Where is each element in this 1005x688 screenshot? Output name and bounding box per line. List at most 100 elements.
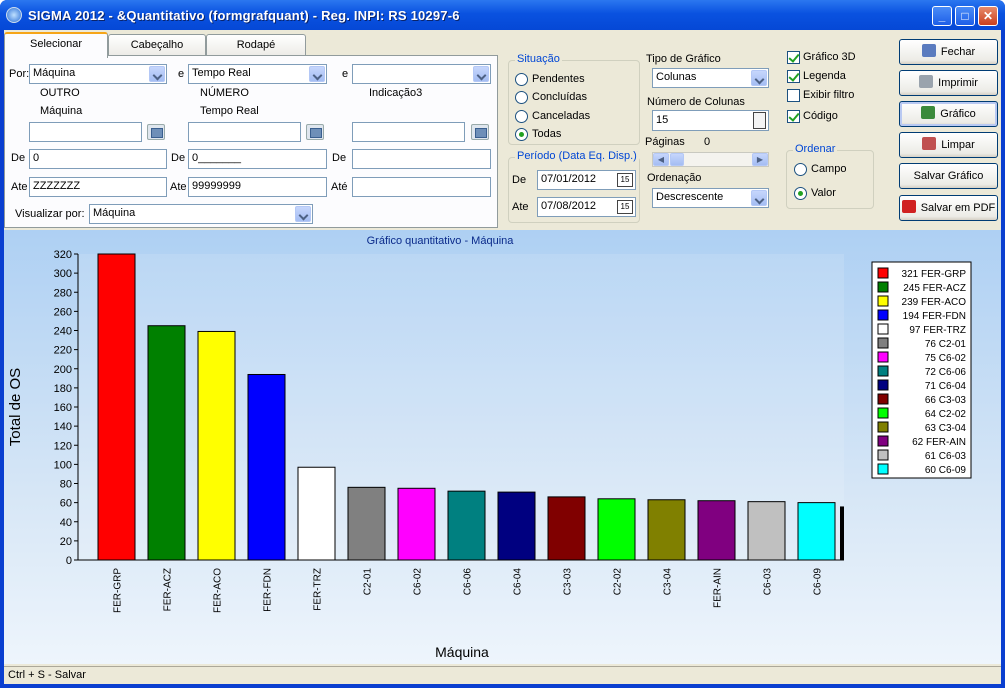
bar-c6-09: [797, 502, 836, 561]
x-tick-label: C6-03: [763, 568, 774, 596]
paginas-scrollbar[interactable]: ◀ ▶: [652, 152, 769, 167]
legend-swatch: [877, 463, 889, 475]
salvar-pdf-button[interactable]: Salvar em PDF: [899, 195, 998, 221]
bar-c3-04: [647, 499, 686, 561]
tab-selecionar[interactable]: Selecionar: [4, 32, 108, 58]
de-label-1: De: [11, 152, 26, 164]
lookup-icon[interactable]: [147, 124, 165, 140]
grafico-3d-label: Gráfico 3D: [803, 51, 856, 63]
x-tick-label: C3-03: [563, 568, 574, 596]
situacao-group: Situação Pendentes Concluídas Canceladas…: [508, 53, 640, 145]
visualizar-select[interactable]: Máquina: [89, 204, 313, 224]
calendar-icon[interactable]: 15: [617, 200, 633, 214]
legend-swatch: [877, 337, 889, 349]
y-tick-label: 140: [54, 421, 72, 433]
paginas-value: 0: [704, 136, 711, 148]
scroll-left-icon[interactable]: ◀: [653, 153, 669, 166]
paginas-label: Páginas: [645, 136, 685, 148]
periodo-group: Período (Data Eq. Disp.) De 07/01/2012 15…: [508, 150, 640, 223]
radio-valor[interactable]: [794, 187, 807, 200]
por-select-3[interactable]: [352, 64, 491, 84]
radio-todas[interactable]: [515, 128, 528, 141]
calendar-icon[interactable]: 15: [617, 173, 633, 187]
minimize-button[interactable]: _: [932, 6, 952, 26]
tab-rodape[interactable]: Rodapé: [206, 34, 306, 56]
imprimir-button[interactable]: Imprimir: [899, 70, 998, 96]
x-tick-label: C6-09: [813, 568, 824, 596]
legend-entry: 194 FER-FDN: [903, 311, 966, 322]
tab-cabecalho[interactable]: Cabeçalho: [108, 34, 206, 56]
de-label-2: De: [171, 152, 186, 164]
maximize-button[interactable]: □: [955, 6, 975, 26]
tipo-grafico-select[interactable]: Colunas: [652, 68, 769, 88]
scroll-right-icon[interactable]: ▶: [752, 153, 768, 166]
por-select-2[interactable]: Tempo Real: [188, 64, 327, 84]
app-icon[interactable]: [6, 7, 22, 23]
concluidas-label: Concluídas: [532, 91, 588, 103]
salvar-grafico-button[interactable]: Salvar Gráfico: [899, 163, 998, 189]
radio-canceladas[interactable]: [515, 110, 528, 123]
scroll-thumb[interactable]: [670, 153, 684, 166]
chevron-down-icon[interactable]: [295, 206, 311, 222]
periodo-de-label: De: [512, 174, 527, 186]
periodo-de-date[interactable]: 07/01/2012 15: [537, 170, 636, 190]
legend-entry: 60 C6-09: [925, 465, 967, 476]
por-label: Por:: [9, 68, 30, 80]
y-tick-label: 240: [54, 326, 72, 338]
y-tick-label: 180: [54, 383, 72, 395]
num-colunas-spinner[interactable]: 15: [652, 110, 769, 131]
de-field-3[interactable]: [352, 149, 491, 169]
lookup-icon[interactable]: [306, 124, 324, 140]
ate-field-1[interactable]: ZZZZZZZ: [29, 177, 167, 197]
radio-campo[interactable]: [794, 163, 807, 176]
checkbox-grafico-3d[interactable]: [787, 51, 800, 64]
limpar-button[interactable]: Limpar: [899, 132, 998, 158]
de-field-1[interactable]: 0: [29, 149, 167, 169]
chevron-down-icon[interactable]: [473, 66, 489, 82]
ate-field-3[interactable]: [352, 177, 491, 197]
legend-entry: 72 C6-06: [925, 367, 967, 378]
chevron-down-icon[interactable]: [309, 66, 325, 82]
close-button[interactable]: ✕: [978, 6, 998, 26]
chevron-down-icon[interactable]: [751, 190, 767, 206]
y-tick-label: 260: [54, 306, 72, 318]
spinner-arrows-icon[interactable]: [753, 112, 766, 129]
legend-swatch: [877, 379, 889, 391]
checkbox-legenda[interactable]: [787, 70, 800, 83]
bar-fer-aco: [197, 330, 236, 561]
ate-field-2[interactable]: 99999999: [188, 177, 327, 197]
checkbox-exibir-filtro[interactable]: [787, 89, 800, 102]
lookup-icon[interactable]: [471, 124, 489, 140]
legend-entry: 63 C3-04: [925, 423, 967, 434]
chevron-down-icon[interactable]: [149, 66, 165, 82]
pendentes-label: Pendentes: [532, 73, 585, 85]
legend-swatch: [877, 421, 889, 433]
chevron-down-icon[interactable]: [751, 70, 767, 86]
de-label-3: De: [332, 152, 347, 164]
filter-search-2[interactable]: [188, 122, 301, 142]
grafico-button[interactable]: Gráfico: [899, 101, 998, 127]
radio-pendentes[interactable]: [515, 73, 528, 86]
title-bar[interactable]: SIGMA 2012 - &Quantitativo (formgrafquan…: [0, 0, 1005, 30]
filter-search-1[interactable]: [29, 122, 142, 142]
bar-fer-acz: [147, 325, 186, 561]
legend-swatch: [877, 351, 889, 363]
app-window: SIGMA 2012 - &Quantitativo (formgrafquan…: [0, 0, 1005, 688]
bar-c2-02: [597, 498, 636, 561]
ordenacao-select[interactable]: Descrescente: [652, 188, 769, 208]
fechar-button[interactable]: Fechar: [899, 39, 998, 65]
periodo-ate-label: Ate: [512, 201, 529, 213]
x-tick-label: C6-02: [413, 568, 424, 596]
chart-title: Gráfico quantitativo - Máquina: [367, 235, 515, 247]
filter-search-3[interactable]: [352, 122, 465, 142]
checkbox-codigo[interactable]: [787, 110, 800, 123]
col2-caption-2: Tempo Real: [200, 105, 259, 117]
y-tick-label: 280: [54, 287, 72, 299]
x-tick-label: FER-FDN: [263, 568, 274, 612]
ate-label-1: Ate: [11, 181, 28, 193]
radio-concluidas[interactable]: [515, 91, 528, 104]
periodo-ate-date[interactable]: 07/08/2012 15: [537, 197, 636, 217]
por-select-1[interactable]: Máquina: [29, 64, 167, 84]
x-tick-label: C2-01: [363, 568, 374, 596]
de-field-2[interactable]: 0_______: [188, 149, 327, 169]
